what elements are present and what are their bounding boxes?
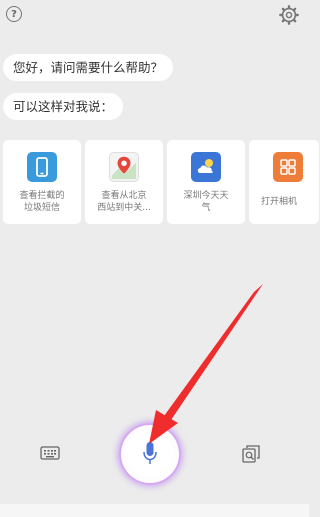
prompt-bubble: 可以这样对我说： (3, 93, 124, 120)
help-button[interactable]: ? (6, 6, 22, 22)
help-label: ? (11, 8, 17, 20)
suggestion-label: 查看从北京 西站到中关... (97, 191, 151, 213)
map-pin-icon (109, 152, 139, 182)
suggestion-label: 打开相机 (261, 197, 298, 207)
phone-icon (27, 152, 57, 182)
voice-assistant-screen: ? 您好，请问需要什么帮助？ 可以这样对我说： 查看拦截的 垃圾短信 查看从北京… (0, 0, 319, 517)
suggestion-card-weather[interactable]: 深圳今天天 气 (167, 140, 245, 224)
suggestion-label: 查看拦截的 垃圾短信 (19, 191, 65, 213)
microphone-button[interactable] (119, 423, 181, 485)
weather-cloud-sun-icon (191, 152, 221, 182)
microphone-icon (143, 442, 157, 464)
greeting-bubble: 您好，请问需要什么帮助？ (3, 54, 174, 81)
gear-icon[interactable] (278, 4, 300, 26)
screenshot-search-icon[interactable] (241, 444, 261, 466)
keyboard-icon[interactable] (40, 445, 60, 461)
apps-grid-icon (273, 152, 303, 182)
suggestion-label: 深圳今天天 气 (183, 191, 229, 213)
suggestion-card-camera[interactable]: 打开相机 (249, 140, 319, 224)
suggestion-card-route[interactable]: 查看从北京 西站到中关... (85, 140, 163, 224)
suggestion-card-spam-sms[interactable]: 查看拦截的 垃圾短信 (3, 140, 81, 224)
navigation-bar-area (0, 504, 309, 517)
